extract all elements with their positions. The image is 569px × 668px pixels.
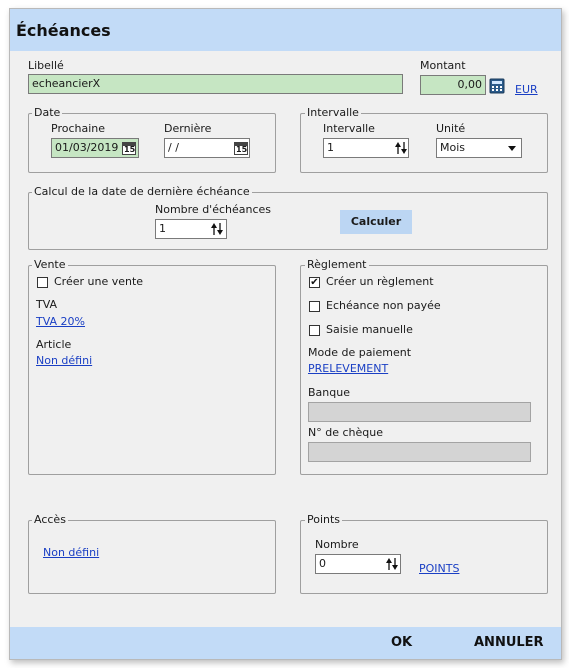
mode-paiement-link[interactable]: PRELEVEMENT xyxy=(308,362,388,375)
tva-label: TVA xyxy=(36,298,58,311)
title-bar: Échéances xyxy=(10,9,561,51)
calendar-icon[interactable]: 15 xyxy=(234,142,248,155)
echeance-non-payee-checkbox[interactable] xyxy=(309,301,320,312)
spin-updown-icon[interactable] xyxy=(209,221,225,237)
creer-reglement-label: Créer un règlement xyxy=(326,275,434,288)
banque-field[interactable] xyxy=(308,402,531,422)
checkmark-icon: ✔ xyxy=(310,277,319,288)
acces-legend: Accès xyxy=(32,513,68,526)
dialog-window: Échéances Libellé echeancierX Montant 0,… xyxy=(9,8,562,660)
annuler-button[interactable]: ANNULER xyxy=(474,635,544,650)
unite-label: Unité xyxy=(436,122,466,135)
derniere-label: Dernière xyxy=(164,122,212,135)
creer-vente-label: Créer une vente xyxy=(54,275,144,288)
article-label: Article xyxy=(36,338,72,351)
calculator-icon[interactable] xyxy=(489,78,505,94)
saisie-manuelle-checkbox[interactable] xyxy=(309,325,320,336)
intervalle-legend: Intervalle xyxy=(305,106,361,119)
vente-legend: Vente xyxy=(32,258,68,271)
cheque-field[interactable] xyxy=(308,442,531,462)
echeance-non-payee-label: Echéance non payée xyxy=(326,299,441,312)
intervalle-label: Intervalle xyxy=(323,122,375,135)
montant-label: Montant xyxy=(420,59,466,72)
window-title: Échéances xyxy=(16,21,111,40)
libelle-label: Libellé xyxy=(28,59,64,72)
calculer-button[interactable]: Calculer xyxy=(340,210,412,234)
libelle-field[interactable]: echeancierX xyxy=(28,74,403,94)
acces-link[interactable]: Non défini xyxy=(43,546,99,559)
article-link[interactable]: Non défini xyxy=(36,354,92,367)
mode-paiement-label: Mode de paiement xyxy=(308,346,412,359)
spin-updown-icon[interactable] xyxy=(393,140,409,156)
chevron-down-icon[interactable] xyxy=(505,141,519,155)
reglement-legend: Règlement xyxy=(305,258,369,271)
points-legend: Points xyxy=(305,513,343,526)
ok-button[interactable]: OK xyxy=(391,635,412,650)
montant-field[interactable]: 0,00 xyxy=(420,75,486,95)
banque-label: Banque xyxy=(308,386,350,399)
vente-group xyxy=(28,265,276,475)
calcul-legend: Calcul de la date de dernière échéance xyxy=(32,185,252,198)
spin-updown-icon[interactable] xyxy=(384,556,400,572)
creer-reglement-checkbox[interactable]: ✔ xyxy=(309,277,320,288)
footer-bar: OK ANNULER xyxy=(10,627,561,659)
points-link[interactable]: POINTS xyxy=(419,562,459,575)
currency-link[interactable]: EUR xyxy=(515,83,538,96)
calcul-group xyxy=(28,192,548,250)
points-nombre-label: Nombre xyxy=(315,538,359,551)
calendar-icon[interactable]: 15 xyxy=(122,142,136,155)
creer-vente-checkbox[interactable] xyxy=(37,277,48,288)
nombre-echeances-label: Nombre d'échéances xyxy=(155,203,272,216)
cheque-label: N° de chèque xyxy=(308,426,383,439)
date-legend: Date xyxy=(32,106,63,119)
unite-select[interactable]: Mois xyxy=(436,138,522,158)
saisie-manuelle-label: Saisie manuelle xyxy=(326,323,413,336)
unite-select-value: Mois xyxy=(440,141,466,154)
tva-link[interactable]: TVA 20% xyxy=(36,315,85,328)
prochaine-label: Prochaine xyxy=(51,122,106,135)
